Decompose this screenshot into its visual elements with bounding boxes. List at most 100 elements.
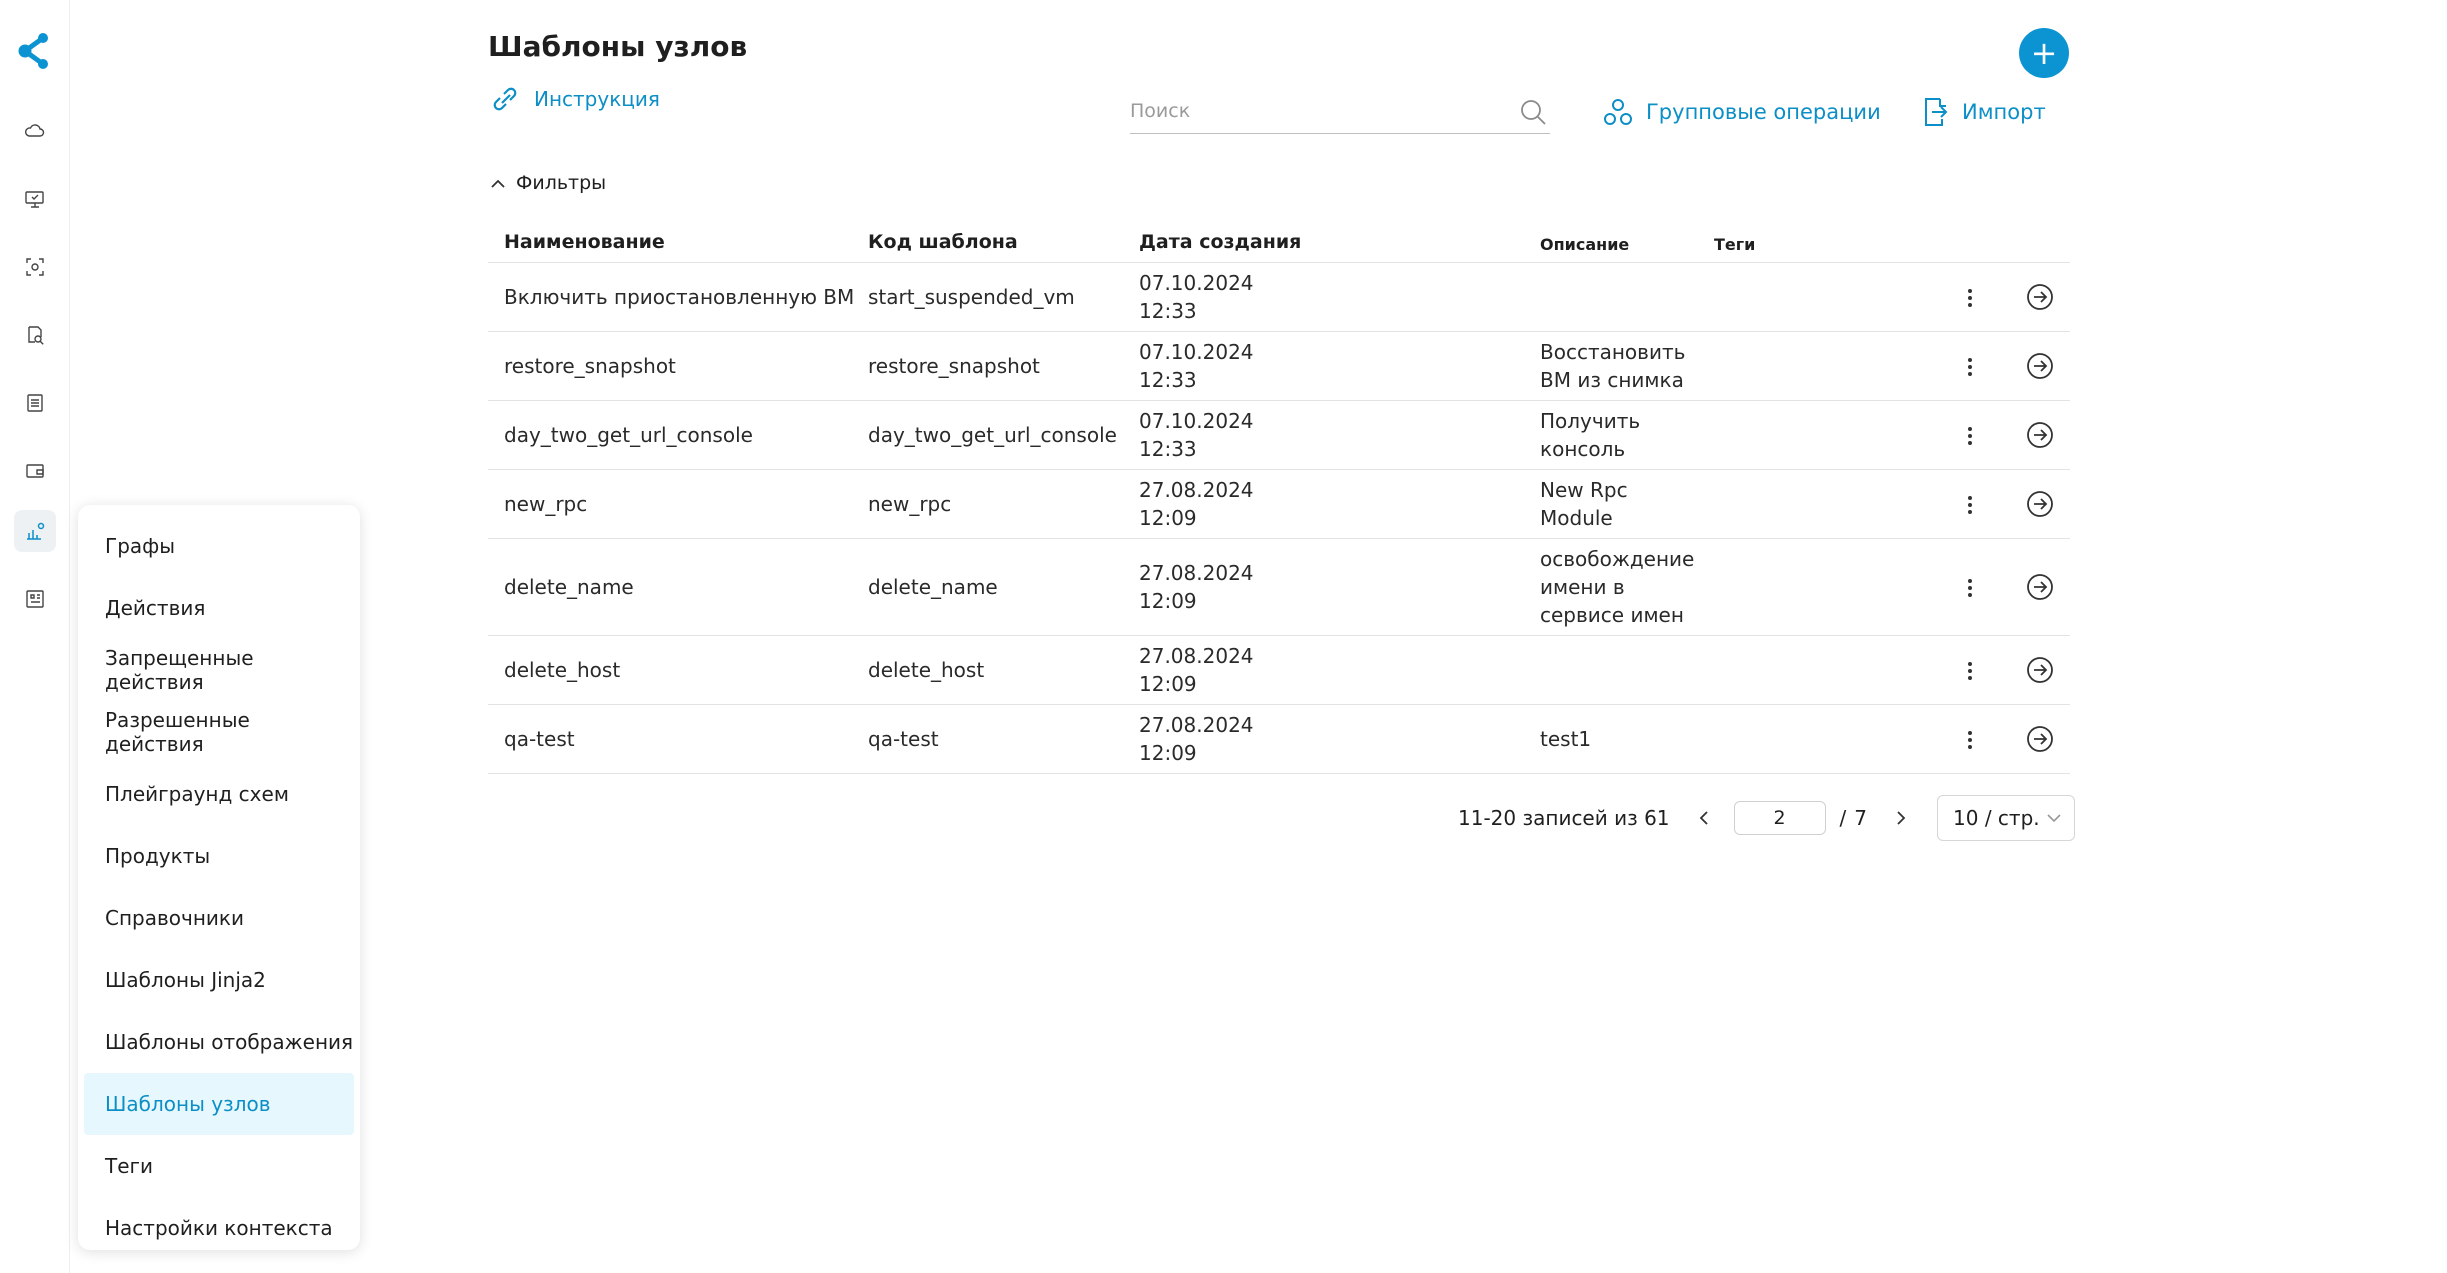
table-row[interactable]: Включить приостановленную ВМ start_suspe… xyxy=(488,263,2070,332)
wallet-icon xyxy=(26,464,44,478)
chevron-left-icon xyxy=(1699,811,1708,825)
dashboard-icon xyxy=(26,590,44,608)
page-title: Шаблоны узлов xyxy=(488,30,748,63)
row-desc-line: Получить xyxy=(1540,409,1641,433)
group-icon xyxy=(1604,99,1632,125)
row-code: day_two_get_url_console xyxy=(868,423,1117,447)
rail-scan-button[interactable] xyxy=(14,246,56,288)
col-tags[interactable]: Теги xyxy=(1714,235,1755,254)
page-number-input[interactable] xyxy=(1733,801,1826,835)
row-code: start_suspended_vm xyxy=(868,285,1075,309)
row-code: new_rpc xyxy=(868,492,952,516)
import-button[interactable]: Импорт xyxy=(1922,96,2046,128)
group-operations-label: Групповые операции xyxy=(1646,100,1881,124)
page-size-select[interactable]: 10 / стр. xyxy=(1937,795,2076,841)
row-more-button[interactable] xyxy=(1960,288,1980,308)
row-name: delete_name xyxy=(504,575,634,599)
row-name: new_rpc xyxy=(504,492,588,516)
row-desc-line: имени в xyxy=(1540,575,1625,599)
menu-item-actions[interactable]: Действия xyxy=(84,577,354,639)
row-desc-line: New Rpc xyxy=(1540,478,1628,502)
cloud-icon xyxy=(25,124,45,137)
row-time: 12:09 xyxy=(1139,589,1197,613)
monitor-icon xyxy=(25,191,44,208)
menu-item-graphs[interactable]: Графы xyxy=(84,515,354,577)
menu-item-display-templates[interactable]: Шаблоны отображения xyxy=(84,1011,354,1073)
row-desc-line: сервисе имен xyxy=(1540,603,1684,627)
search-input[interactable] xyxy=(1130,92,1500,130)
instruction-link[interactable]: Инструкция xyxy=(488,86,660,112)
rail-cloud-button[interactable] xyxy=(14,110,56,152)
table-row[interactable]: qa-test qa-test 27.08.2024 12:09 test1 xyxy=(488,705,2070,774)
table-row[interactable]: restore_snapshot restore_snapshot 07.10.… xyxy=(488,332,2070,401)
left-rail xyxy=(0,0,70,1273)
row-more-button[interactable] xyxy=(1960,661,1980,681)
group-operations-button[interactable]: Групповые операции xyxy=(1602,96,1881,128)
row-date: 07.10.2024 xyxy=(1139,271,1254,295)
table-row[interactable]: new_rpc new_rpc 27.08.2024 12:09 New Rpc… xyxy=(488,470,2070,539)
row-date: 27.08.2024 xyxy=(1139,478,1254,502)
instruction-label: Инструкция xyxy=(534,87,660,111)
menu-item-tags[interactable]: Теги xyxy=(84,1135,354,1197)
col-created[interactable]: Дата создания xyxy=(1139,231,1301,253)
menu-item-products[interactable]: Продукты xyxy=(84,825,354,887)
menu-item-forbidden-actions[interactable]: Запрещенные действия xyxy=(84,639,354,701)
page-separator: / xyxy=(1839,806,1847,830)
row-more-button[interactable] xyxy=(1960,426,1980,446)
arrow-right-circle-icon[interactable] xyxy=(2026,283,2054,311)
menu-item-allowed-actions[interactable]: Разрешенные действия xyxy=(84,701,354,763)
arrow-right-circle-icon[interactable] xyxy=(2026,352,2054,380)
menu-item-schema-playground[interactable]: Плейграунд схем xyxy=(84,763,354,825)
row-desc-line: консоль xyxy=(1540,437,1626,461)
filters-toggle[interactable]: Фильтры xyxy=(490,172,606,194)
col-description[interactable]: Описание xyxy=(1540,235,1629,254)
row-desc-line: освобождение xyxy=(1540,547,1695,571)
rail-list-button[interactable] xyxy=(14,382,56,424)
pagination: 11-20 записей из 61 / 7 10 / стр. xyxy=(1458,795,2076,841)
row-desc-line: test1 xyxy=(1540,727,1592,751)
import-icon xyxy=(1925,98,1948,126)
table-row[interactable]: delete_host delete_host 27.08.2024 12:09 xyxy=(488,636,2070,705)
row-desc-line: ВМ из снимка xyxy=(1540,368,1684,392)
row-code: restore_snapshot xyxy=(868,354,1040,378)
table-row[interactable]: delete_name delete_name 27.08.2024 12:09… xyxy=(488,539,2070,636)
search-doc-icon xyxy=(28,326,44,345)
rail-dashboard-button[interactable] xyxy=(14,578,56,620)
prev-page-button[interactable] xyxy=(1688,802,1720,834)
menu-item-references[interactable]: Справочники xyxy=(84,887,354,949)
row-date: 07.10.2024 xyxy=(1139,340,1254,364)
row-name: qa-test xyxy=(504,727,575,751)
search-icon[interactable] xyxy=(1518,97,1548,127)
col-code[interactable]: Код шаблона xyxy=(868,231,1018,253)
menu-item-jinja2-templates[interactable]: Шаблоны Jinja2 xyxy=(84,949,354,1011)
arrow-right-circle-icon[interactable] xyxy=(2026,490,2054,518)
add-button[interactable]: + xyxy=(2019,28,2069,78)
row-time: 12:33 xyxy=(1139,437,1197,461)
col-name[interactable]: Наименование xyxy=(504,231,665,253)
row-more-button[interactable] xyxy=(1960,578,1980,598)
filters-label: Фильтры xyxy=(516,172,607,194)
row-time: 12:09 xyxy=(1139,741,1197,765)
next-page-button[interactable] xyxy=(1885,802,1917,834)
logo-icon[interactable] xyxy=(17,32,51,70)
row-code: delete_name xyxy=(868,575,998,599)
row-time: 12:33 xyxy=(1139,368,1197,392)
arrow-right-circle-icon[interactable] xyxy=(2026,725,2054,753)
row-more-button[interactable] xyxy=(1960,730,1980,750)
arrow-right-circle-icon[interactable] xyxy=(2026,656,2054,684)
arrow-right-circle-icon[interactable] xyxy=(2026,421,2054,449)
row-date: 07.10.2024 xyxy=(1139,409,1254,433)
rail-wallet-button[interactable] xyxy=(14,450,56,492)
rail-search-doc-button[interactable] xyxy=(14,314,56,356)
row-more-button[interactable] xyxy=(1960,495,1980,515)
menu-item-context-settings[interactable]: Настройки контекста xyxy=(84,1197,354,1259)
table-row[interactable]: day_two_get_url_console day_two_get_url_… xyxy=(488,401,2070,470)
rail-chart-settings-button[interactable] xyxy=(14,510,56,552)
scan-icon xyxy=(26,258,44,276)
row-more-button[interactable] xyxy=(1960,357,1980,377)
list-icon xyxy=(27,394,43,412)
row-code: qa-test xyxy=(868,727,939,751)
rail-monitor-button[interactable] xyxy=(14,178,56,220)
menu-item-node-templates[interactable]: Шаблоны узлов xyxy=(84,1073,354,1135)
arrow-right-circle-icon[interactable] xyxy=(2026,573,2054,601)
